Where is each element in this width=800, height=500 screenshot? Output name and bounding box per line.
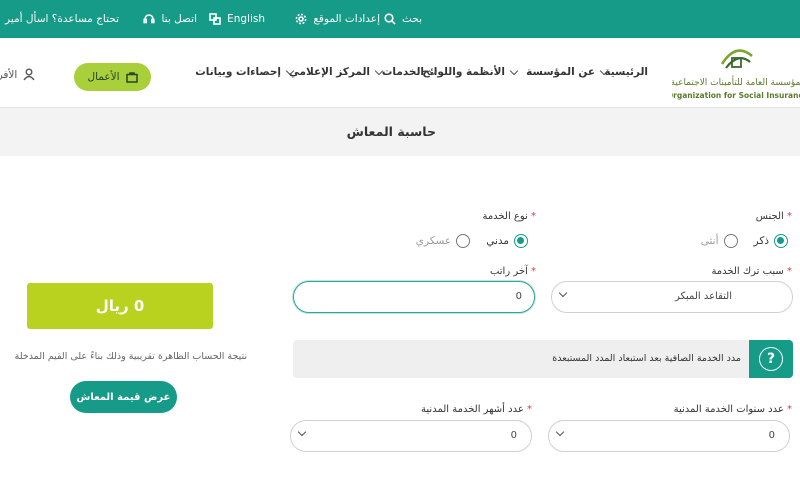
service-months-value: 0	[510, 430, 517, 441]
service-type-label-text: نوع الخدمة	[482, 211, 528, 222]
chevron-down-icon	[558, 288, 568, 298]
service-years-label-text: عدد سنوات الخدمة المدنية	[673, 404, 784, 415]
pension-result: 0 ريال	[27, 283, 213, 329]
service-option-civil[interactable]: مدني	[486, 234, 528, 248]
info-box: مدد الخدمة الصافية بعد استبعاد المدد الم…	[293, 340, 793, 378]
reason-select[interactable]: التقاعد المبكر	[551, 281, 793, 313]
service-option-military[interactable]: عسكري	[415, 234, 471, 248]
logo-mark-icon	[720, 49, 753, 69]
chevron-down-icon	[374, 66, 384, 75]
required-mark: *	[787, 211, 792, 222]
chevron-down-icon	[428, 66, 438, 75]
chevron-down-icon	[285, 66, 295, 75]
chevron-down-icon	[599, 66, 609, 75]
question-icon: ?	[759, 347, 783, 371]
search-label: بحث	[401, 13, 422, 25]
individuals-login[interactable]: الأفراد	[0, 68, 35, 81]
nav-statistics-label: إحصاءات وبيانات	[195, 66, 281, 78]
gender-label: * الجنس	[756, 211, 792, 222]
last-salary-label-text: آخر راتب	[489, 266, 528, 277]
search-link[interactable]: بحث	[384, 0, 422, 38]
required-mark: *	[527, 404, 532, 415]
chevron-down-icon	[297, 427, 307, 437]
show-pension-button[interactable]: عرض قيمة المعاش	[70, 381, 177, 413]
chevron-down-icon	[555, 427, 565, 437]
logo-english-text: General Organization for Social Insuranc…	[672, 91, 800, 100]
reason-value: التقاعد المبكر	[674, 291, 732, 302]
service-years-select[interactable]: 0	[548, 420, 790, 452]
site-settings-label: إعدادات الموقع	[313, 13, 380, 25]
gender-label-text: الجنس	[755, 211, 784, 222]
last-salary-label: * آخر راتب	[490, 266, 536, 277]
service-years-value: 0	[768, 430, 775, 441]
gosi-logo[interactable]: المؤسسة العامة للتأمينات الاجتماعية Gene…	[672, 42, 800, 104]
required-mark: *	[531, 211, 536, 222]
help-button[interactable]: ?	[749, 340, 793, 378]
reason-label: * سبب ترك الخدمة	[711, 266, 792, 277]
nav-services[interactable]: الخدمات	[381, 66, 438, 78]
business-button[interactable]: الأعمال	[74, 63, 151, 91]
last-salary-value: 0	[515, 291, 522, 302]
nav-services-label: الخدمات	[381, 66, 424, 78]
nav-about[interactable]: عن المؤسسة	[526, 66, 609, 78]
ask-amir-label: تحتاج مساعدة؟ اسأل أمير	[5, 13, 119, 25]
reason-label-text: سبب ترك الخدمة	[711, 266, 784, 277]
briefcase-icon	[125, 71, 138, 83]
nav-home-label: الرئيسية	[604, 66, 648, 78]
service-years-label: * عدد سنوات الخدمة المدنية	[674, 404, 792, 415]
translate-icon	[209, 13, 221, 25]
radio-selected-icon[interactable]	[774, 234, 788, 248]
gender-option-female-label: أنثى	[700, 235, 719, 247]
service-option-civil-label: مدني	[486, 235, 509, 247]
main-header: المؤسسة العامة للتأمينات الاجتماعية Gene…	[0, 38, 800, 108]
required-mark: *	[531, 266, 536, 277]
service-option-military-label: عسكري	[415, 235, 452, 247]
service-months-label: * عدد أشهر الخدمة المدنية	[421, 404, 532, 415]
service-type-radio-group: مدني عسكري	[400, 234, 528, 248]
gender-option-male[interactable]: ذكر	[754, 234, 788, 248]
result-note: نتيجة الحساب الظاهرة تقريبية وذلك بناءً …	[14, 351, 247, 362]
service-months-label-text: عدد أشهر الخدمة المدنية	[421, 404, 524, 415]
info-text: مدد الخدمة الصافية بعد استبعاد المدد الم…	[552, 353, 741, 364]
language-switch[interactable]: English	[209, 0, 265, 38]
logo-arabic-text: المؤسسة العامة للتأمينات الاجتماعية	[672, 78, 800, 88]
service-months-select[interactable]: 0	[290, 420, 532, 452]
page-title-bar: حاسبة المعاش	[0, 108, 800, 156]
nav-home[interactable]: الرئيسية	[604, 66, 648, 78]
required-mark: *	[787, 266, 792, 277]
individuals-label: الأفراد	[0, 68, 18, 81]
nav-media-center[interactable]: المركز الإعلامي	[288, 66, 384, 78]
site-settings-link[interactable]: إعدادات الموقع	[295, 0, 380, 38]
gear-icon	[295, 13, 307, 25]
gender-radio-group: ذكر أنثى	[685, 234, 788, 248]
radio-selected-icon[interactable]	[514, 234, 528, 248]
top-bar: بحث إعدادات الموقع English اتصل بنا تحتا…	[0, 0, 800, 38]
nav-statistics[interactable]: إحصاءات وبيانات	[195, 66, 295, 78]
nav-regulations[interactable]: الأنظمة واللوائح	[422, 66, 519, 78]
headset-icon	[143, 14, 156, 24]
ask-amir-link[interactable]: تحتاج مساعدة؟ اسأل أمير	[0, 0, 119, 38]
business-button-label: الأعمال	[87, 71, 120, 83]
user-icon	[23, 68, 35, 81]
chevron-down-icon	[509, 66, 519, 75]
contact-link[interactable]: اتصل بنا	[143, 0, 197, 38]
radio-unselected-icon[interactable]	[456, 234, 471, 248]
last-salary-input[interactable]: 0	[293, 281, 535, 313]
page-title: حاسبة المعاش	[346, 124, 436, 139]
gender-option-male-label: ذكر	[753, 235, 769, 247]
nav-media-center-label: المركز الإعلامي	[288, 66, 370, 78]
contact-label: اتصل بنا	[161, 13, 197, 25]
search-icon	[384, 13, 396, 25]
nav-about-label: عن المؤسسة	[526, 66, 595, 78]
gender-option-female[interactable]: أنثى	[701, 234, 738, 248]
language-label: English	[227, 13, 265, 25]
service-type-label: * نوع الخدمة	[482, 211, 536, 222]
required-mark: *	[787, 404, 792, 415]
radio-unselected-icon[interactable]	[723, 234, 738, 248]
